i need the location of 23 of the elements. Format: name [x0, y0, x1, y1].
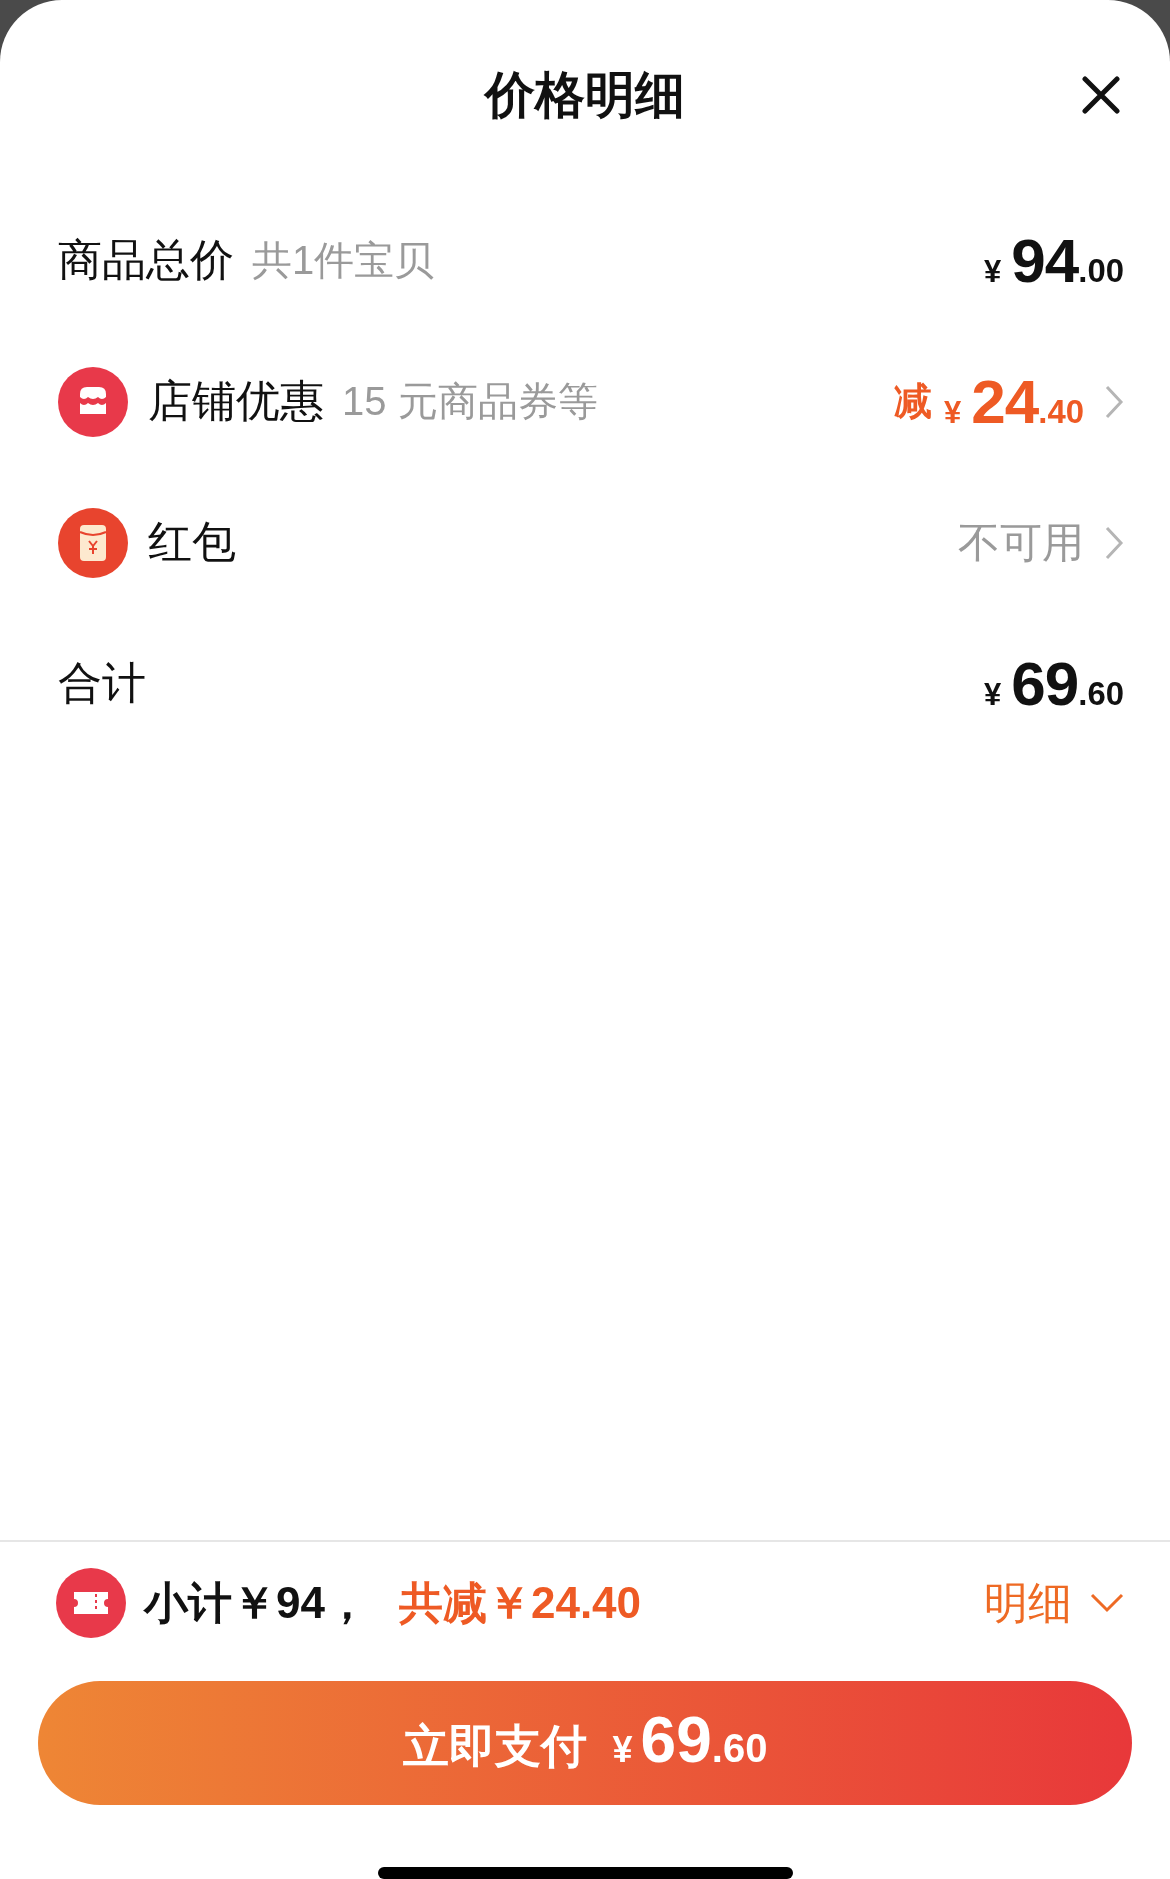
close-icon[interactable]	[1082, 76, 1120, 114]
reduction-text: 共减￥24.40	[398, 1576, 642, 1629]
discount-prefix: 减	[894, 379, 933, 424]
chevron-right-icon[interactable]	[1104, 524, 1124, 561]
row-label: 红包	[148, 516, 236, 568]
row-label: 店铺优惠	[148, 375, 324, 427]
pay-button[interactable]: 立即支付 ¥69.60	[38, 1681, 1132, 1805]
ticket-icon	[56, 1568, 126, 1638]
envelope-icon	[58, 507, 128, 578]
store-icon	[58, 366, 128, 437]
row-label: 合计	[58, 657, 146, 709]
price-amount: ¥ 94.00	[984, 225, 1124, 296]
price-amount: ¥ 69.60	[984, 648, 1124, 719]
status-text: 不可用	[958, 517, 1084, 568]
subtotal-text: 小计￥94，	[144, 1576, 369, 1629]
row-note: 15 元商品券等	[342, 378, 598, 425]
sheet-title: 价格明细	[485, 65, 685, 125]
discount-amount: ¥ 24.40	[944, 366, 1084, 437]
detail-toggle[interactable]: 明细	[984, 1573, 1072, 1633]
chevron-down-icon[interactable]	[1090, 1593, 1124, 1613]
chevron-right-icon[interactable]	[1104, 383, 1124, 420]
row-label: 商品总价	[58, 234, 234, 286]
row-note: 共1件宝贝	[252, 237, 435, 284]
